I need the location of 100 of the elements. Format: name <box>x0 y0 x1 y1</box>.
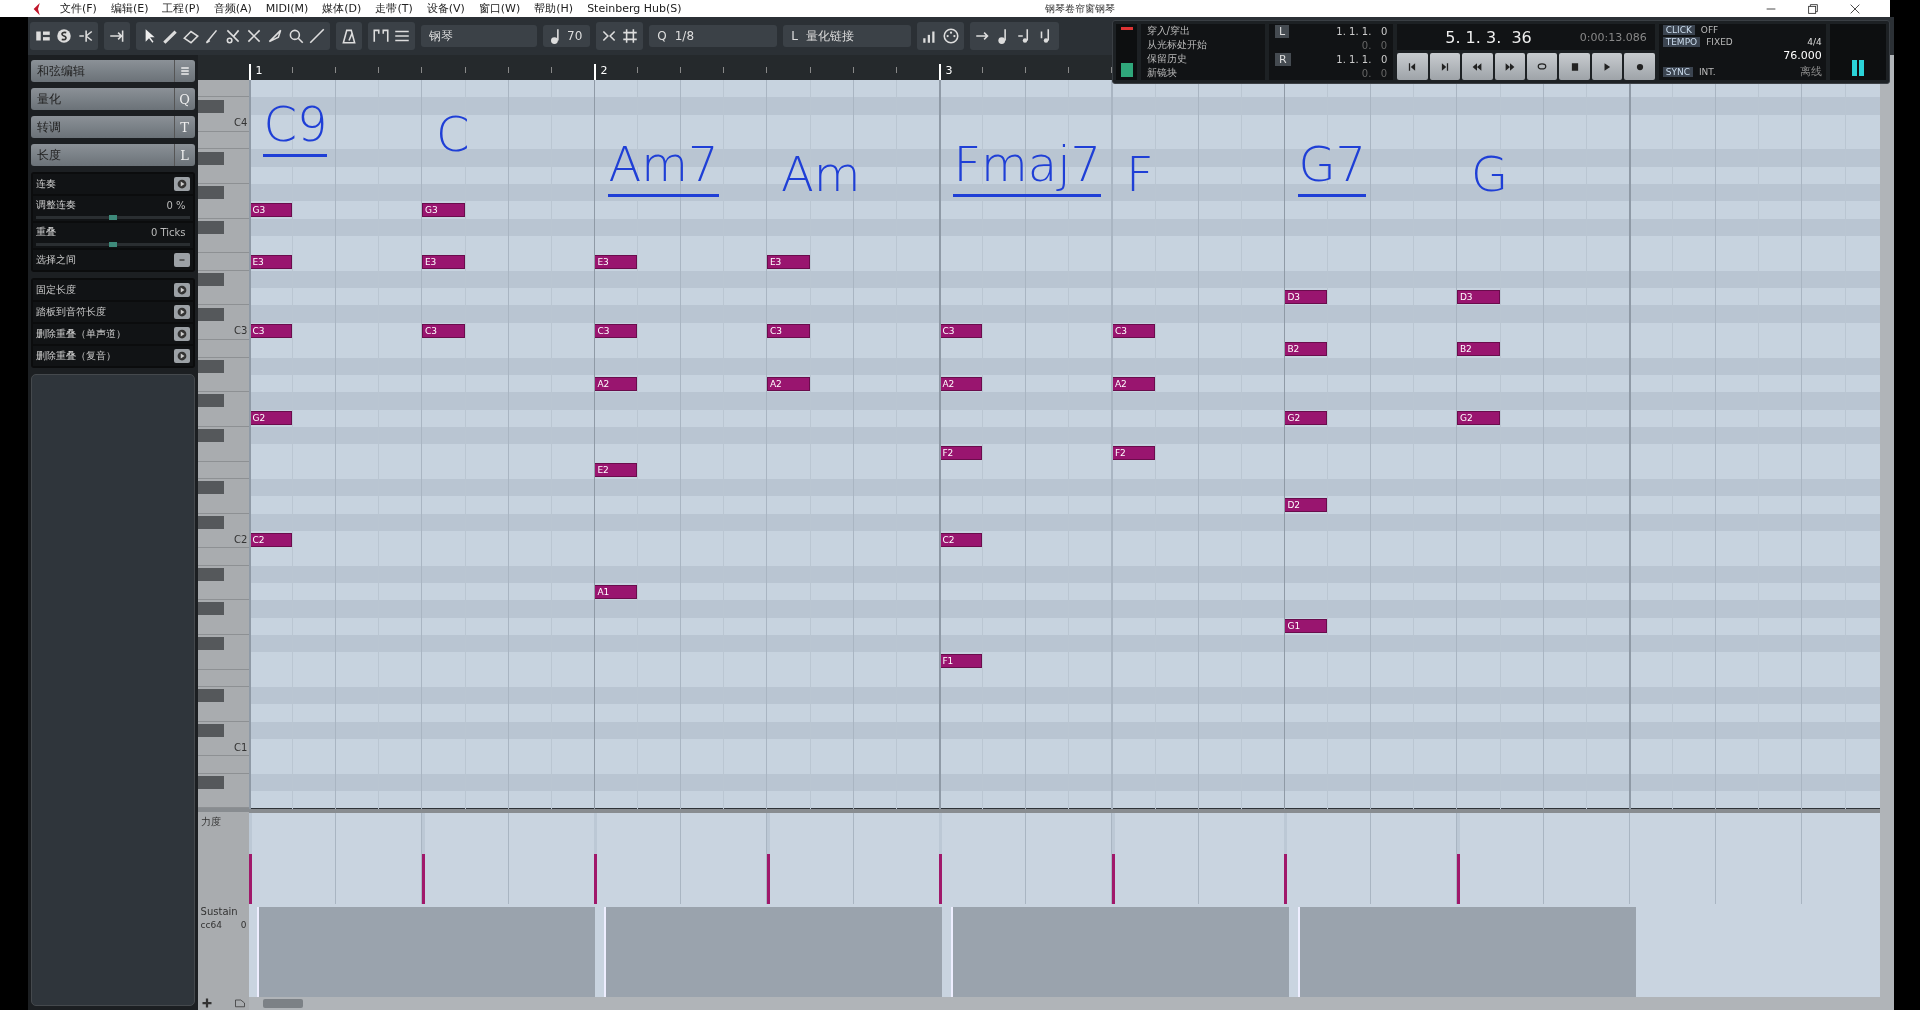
midi-note[interactable]: G2 <box>249 411 293 426</box>
transport-option[interactable]: 穿入/穿出 <box>1146 24 1259 38</box>
midi-note[interactable]: C2 <box>939 532 983 547</box>
midi-note[interactable]: A2 <box>766 376 810 391</box>
midi-note[interactable]: C3 <box>939 324 983 339</box>
inspector-section-button[interactable]: 和弦编辑 <box>31 60 195 82</box>
midi-note[interactable]: D3 <box>1456 289 1500 304</box>
tool-label: 固定长度 <box>36 283 76 297</box>
note-grid[interactable]: G3 G3 E3 E3 E3 E3 D3 D3 C3 C3 C3 C3 C3 C3 B2 B2 A2 A2 A2 A2 G2 G2 G2 F2 F2 E2 D2 C2 C2 A1 G1 F1 C9 C Am7 Am Fmaj7 F G7 G <box>249 80 1881 809</box>
click-value: OFF <box>1700 25 1719 35</box>
tool-label: 删除重叠（复音） <box>36 349 116 363</box>
midi-note[interactable]: D2 <box>1284 497 1328 512</box>
sync-label[interactable]: SYNC <box>1662 66 1693 77</box>
quantize-value: 1/8 <box>674 29 695 43</box>
midi-note[interactable]: B2 <box>1284 341 1328 356</box>
tool-label: 删除重叠（单声道） <box>36 327 126 341</box>
shortcut-key: Q <box>173 88 195 110</box>
midi-note[interactable]: E3 <box>421 255 465 270</box>
midi-note[interactable]: E3 <box>766 255 810 270</box>
midi-note[interactable]: C3 <box>594 324 638 339</box>
locator-offset: 0. 0 <box>1361 40 1388 51</box>
transport-option[interactable]: 从光标处开始 <box>1146 38 1259 52</box>
menu-item[interactable]: 音频(A) <box>213 1 252 16</box>
midi-note[interactable]: C3 <box>249 324 293 339</box>
tool-label: 选择之间 <box>36 253 76 267</box>
tool-label: 调整连奏 <box>36 198 76 212</box>
velocity-value: 70 <box>567 29 583 43</box>
midi-note[interactable]: C2 <box>249 532 293 547</box>
midi-note[interactable]: E3 <box>249 255 293 270</box>
midi-note[interactable]: C3 <box>421 324 465 339</box>
lane-label: Sustain <box>199 905 239 920</box>
midi-note[interactable]: G3 <box>421 203 465 218</box>
shortcut-key: L <box>173 144 195 166</box>
quantize-dropdown[interactable]: Q 1/8 <box>649 25 778 47</box>
position-display[interactable]: 5. 1. 3. 36 <box>1445 27 1532 47</box>
midi-note[interactable]: F2 <box>1111 445 1155 460</box>
tool-label: 踏板到音符长度 <box>36 305 106 319</box>
section-title: 和弦编辑 <box>36 62 86 80</box>
menu-item[interactable]: 工程(P) <box>162 1 200 16</box>
midi-note[interactable]: A2 <box>939 376 983 391</box>
midi-note[interactable]: A1 <box>594 584 638 599</box>
menu-item[interactable]: 设备(V) <box>426 1 465 16</box>
midi-note[interactable]: D3 <box>1284 289 1328 304</box>
handwritten-annotation: C9 <box>263 100 328 157</box>
inspector-section-button[interactable]: 量化 Q <box>31 88 195 110</box>
handwritten-annotation: Am <box>780 150 861 204</box>
menu-item[interactable]: 帮助(H) <box>534 1 574 16</box>
tempo-mode: FIXED <box>1706 37 1733 47</box>
quantize-label: Q <box>657 29 667 43</box>
midi-note[interactable]: A2 <box>1111 376 1155 391</box>
locator-label: R <box>1274 53 1291 66</box>
handwritten-annotation: F <box>1125 150 1154 204</box>
controller-label: cc64 <box>200 920 222 931</box>
transport-option[interactable]: 新镜块 <box>1146 66 1259 80</box>
locator-offset: 0. 0 <box>1361 68 1388 79</box>
section-title: 长度 <box>36 146 62 164</box>
midi-note[interactable]: G3 <box>249 203 293 218</box>
handwritten-annotation: G7 <box>1298 140 1367 197</box>
midi-note[interactable]: A2 <box>594 376 638 391</box>
sync-status: 离线 <box>1799 64 1822 79</box>
midi-note[interactable]: B2 <box>1456 341 1500 356</box>
inspector-section-button[interactable]: 转调 T <box>31 116 195 138</box>
dropdown-value: 钢琴 <box>429 27 453 45</box>
midi-note[interactable]: G2 <box>1456 411 1500 426</box>
length-dropdown[interactable]: L 量化链接 <box>783 25 912 47</box>
midi-note[interactable]: E2 <box>594 463 638 478</box>
locator-label: L <box>1274 25 1290 38</box>
midi-note[interactable]: C3 <box>766 324 810 339</box>
instrument-dropdown[interactable]: 钢琴 <box>421 25 537 47</box>
menu-item[interactable]: 文件(F) <box>60 1 97 16</box>
transport-option[interactable]: 保留历史 <box>1146 52 1259 66</box>
menu-item[interactable]: 编辑(E) <box>110 1 149 16</box>
locator-position[interactable]: 1. 1. 1. 0 <box>1336 26 1388 37</box>
value-field[interactable]: 0 % <box>166 199 186 211</box>
key-label: C4 <box>234 117 248 129</box>
menu-item[interactable]: 走带(T) <box>375 1 413 16</box>
length-value: 量化链接 <box>805 27 854 45</box>
midi-note[interactable]: F1 <box>939 654 983 668</box>
menu-item[interactable]: Steinberg Hub(S) <box>587 2 682 15</box>
menu-item[interactable]: 窗口(W) <box>478 1 521 16</box>
menu-item[interactable]: MIDI(M) <box>265 2 309 15</box>
section-title: 转调 <box>36 118 62 136</box>
midi-note[interactable]: G1 <box>1284 619 1328 634</box>
midi-note[interactable]: E3 <box>594 255 638 270</box>
midi-note[interactable]: C3 <box>1111 324 1155 339</box>
midi-note[interactable]: F2 <box>939 445 983 460</box>
time-signature: 4/4 <box>1807 37 1822 47</box>
key-label: C2 <box>234 533 248 545</box>
handwritten-annotation: G <box>1470 150 1509 204</box>
midi-note[interactable]: G2 <box>1284 411 1328 426</box>
tempo-label[interactable]: TEMPO <box>1662 37 1701 47</box>
click-label[interactable]: CLICK <box>1662 25 1695 35</box>
velocity-field[interactable]: 70 <box>543 25 591 47</box>
inspector-section-button[interactable]: 长度 L <box>31 144 195 166</box>
time-display[interactable]: 0:00:13.086 <box>1579 30 1647 44</box>
menu-item[interactable]: 媒体(D) <box>322 1 362 16</box>
tool-label: 连奏 <box>36 177 56 191</box>
value-field[interactable]: 0 Ticks <box>150 226 186 238</box>
locator-position[interactable]: 1. 1. 1. 0 <box>1336 54 1388 65</box>
handwritten-annotation: Am7 <box>608 140 719 197</box>
